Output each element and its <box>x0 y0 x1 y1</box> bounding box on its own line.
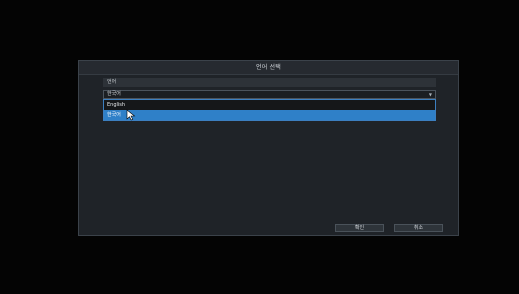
dropdown-option-label: 한국어 <box>107 112 121 118</box>
language-select-value: 한국어 <box>107 91 121 97</box>
dropdown-option-label: English <box>107 102 126 108</box>
dialog-title: 언어 선택 <box>79 61 458 75</box>
ok-button[interactable]: 확인 <box>335 224 384 232</box>
mouse-pointer-icon <box>126 109 136 121</box>
language-select[interactable]: 한국어 ▼ <box>103 90 436 99</box>
screen: 언어 선택 언어 한국어 ▼ English 한국어 확인 취소 <box>0 0 519 294</box>
language-section-label: 언어 <box>103 78 436 87</box>
cancel-button[interactable]: 취소 <box>394 224 443 232</box>
language-dropdown-list: English 한국어 <box>103 99 436 121</box>
chevron-down-icon[interactable]: ▼ <box>429 91 432 98</box>
dropdown-option-korean[interactable]: 한국어 <box>104 110 435 120</box>
language-selection-dialog: 언어 선택 언어 한국어 ▼ English 한국어 확인 취소 <box>78 60 459 236</box>
dropdown-option-english[interactable]: English <box>104 100 435 110</box>
